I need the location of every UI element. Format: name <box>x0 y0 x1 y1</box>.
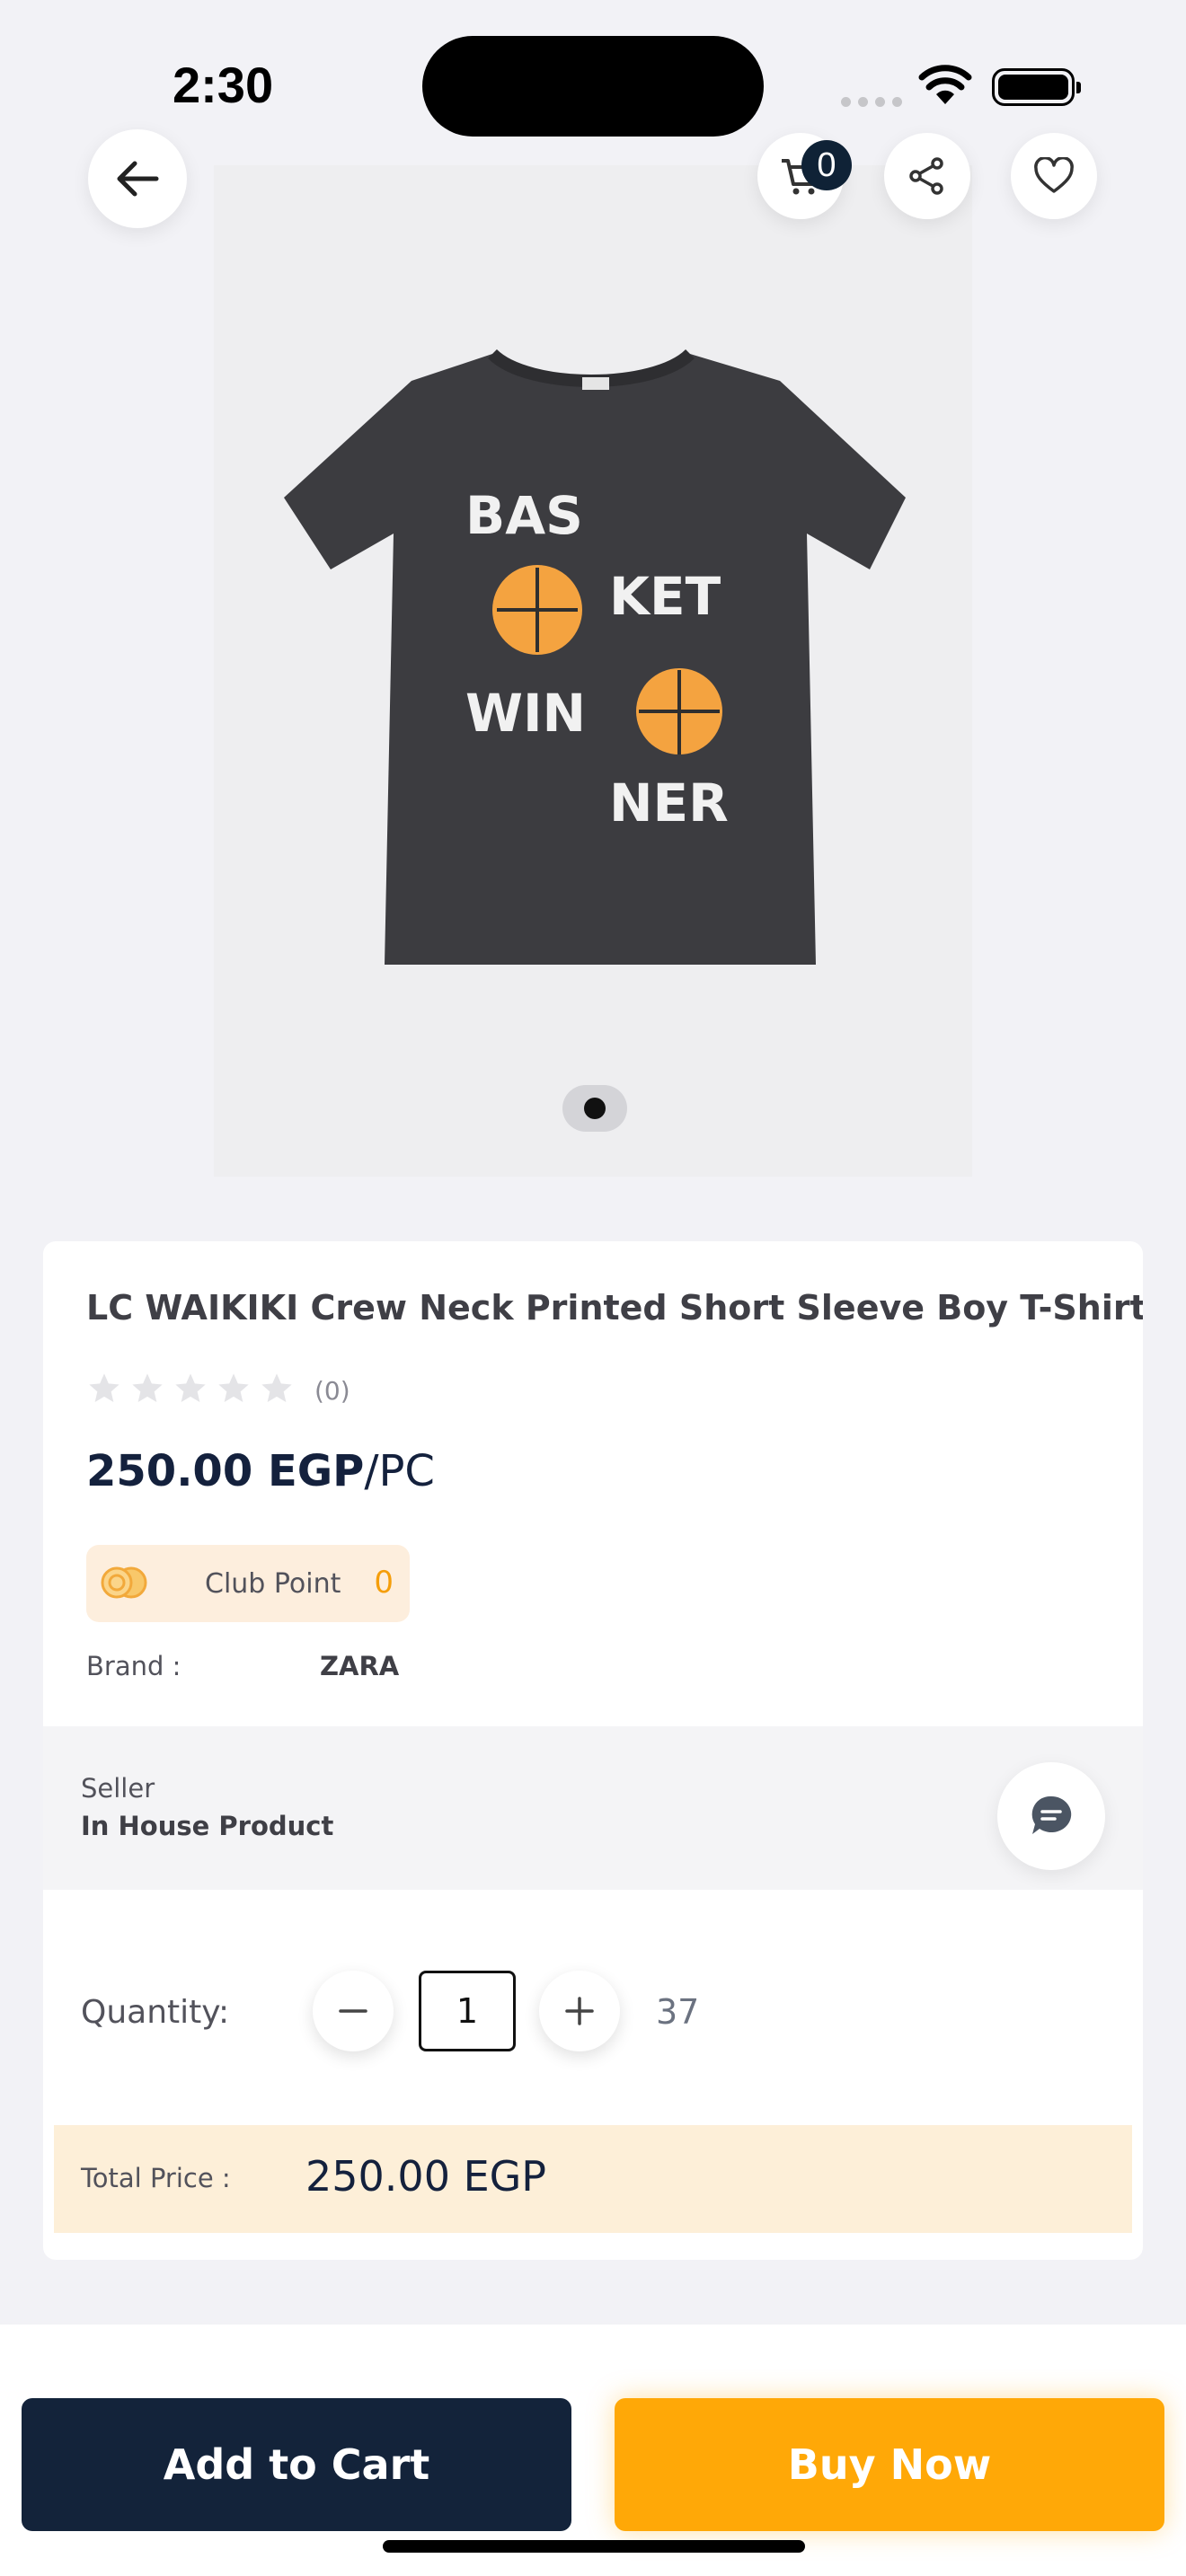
quantity-label: Quantity: <box>81 1994 230 2031</box>
quantity-input[interactable]: 1 <box>419 1971 516 2051</box>
seller-label: Seller <box>81 1773 155 1804</box>
product-image: BAS KET WIN NER <box>284 348 906 965</box>
home-indicator[interactable] <box>383 2540 805 2553</box>
total-price-bar: Total Price : 250.00 EGP <box>54 2125 1132 2233</box>
total-price-value: 250.00 EGP <box>305 2152 547 2201</box>
favorite-button[interactable] <box>1011 133 1097 219</box>
product-price: 250.00 EGP/PC <box>86 1446 435 1496</box>
club-point-value: 0 <box>374 1565 394 1601</box>
battery-icon <box>992 68 1081 106</box>
minus-icon <box>339 2009 367 2013</box>
brand-label: Brand : <box>86 1651 181 1681</box>
dynamic-island <box>422 36 764 137</box>
star-icon <box>218 1373 249 1402</box>
back-button[interactable] <box>88 129 187 228</box>
share-button[interactable] <box>884 133 970 219</box>
arrow-left-icon <box>117 161 159 197</box>
brand-value[interactable]: ZARA <box>320 1651 399 1681</box>
club-point-badge: Club Point 0 <box>86 1545 410 1622</box>
quantity-increase-button[interactable] <box>539 1971 620 2051</box>
star-icon <box>175 1373 206 1402</box>
product-details-card: LC WAIKIKI Crew Neck Printed Short Sleev… <box>43 1241 1143 2260</box>
add-to-cart-button[interactable]: Add to Cart <box>22 2398 571 2531</box>
quantity-decrease-button[interactable] <box>313 1971 394 2051</box>
price-value: 250.00 EGP <box>86 1446 365 1496</box>
share-icon <box>909 157 943 195</box>
gallery-dot-active[interactable] <box>584 1098 606 1119</box>
status-bar: 2:30 <box>0 0 1186 171</box>
print-text-ner: NER <box>609 772 729 834</box>
chat-icon <box>1031 1795 1072 1834</box>
product-title: LC WAIKIKI Crew Neck Printed Short Sleev… <box>86 1288 1143 1328</box>
gallery-pagination[interactable] <box>562 1085 627 1132</box>
star-icon <box>132 1373 163 1402</box>
chat-seller-button[interactable] <box>997 1762 1105 1870</box>
cart-count-badge: 0 <box>801 140 852 190</box>
star-icon <box>261 1373 292 1402</box>
price-unit: /PC <box>364 1446 435 1496</box>
product-image-gallery[interactable]: BAS KET WIN NER <box>214 165 972 1177</box>
status-time: 2:30 <box>173 57 274 113</box>
cellular-signal-icon <box>841 97 902 107</box>
club-point-label: Club Point <box>205 1568 341 1600</box>
print-text-ket: KET <box>609 566 721 627</box>
star-icon <box>89 1373 119 1402</box>
print-text-win: WIN <box>465 683 586 744</box>
total-price-label: Total Price : <box>81 2163 231 2193</box>
review-count[interactable]: (0) <box>314 1376 350 1406</box>
print-text-bas: BAS <box>465 485 583 546</box>
coins-icon <box>101 1566 147 1599</box>
plus-icon <box>565 1997 594 2025</box>
rating-stars <box>86 1371 295 1407</box>
heart-icon <box>1034 157 1074 193</box>
seller-section: Seller In House Product <box>43 1726 1143 1890</box>
seller-name[interactable]: In House Product <box>81 1811 333 1841</box>
stock-count: 37 <box>656 1992 700 2032</box>
wifi-icon <box>918 65 972 104</box>
buy-now-button[interactable]: Buy Now <box>615 2398 1164 2531</box>
